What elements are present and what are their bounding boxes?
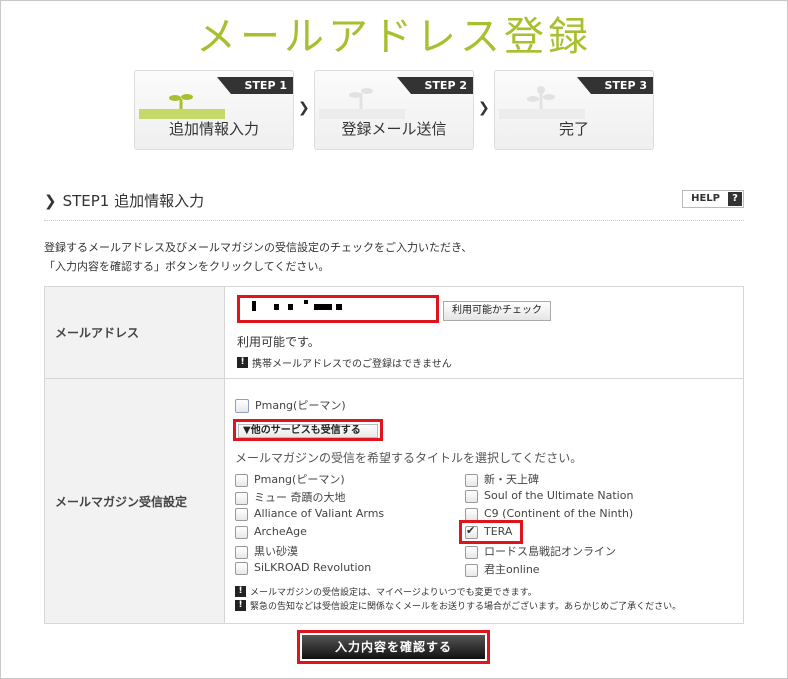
other-services-toggle[interactable]: ▼他のサービスも受信する: [238, 424, 378, 438]
flower-icon: [499, 86, 585, 119]
help-label: HELP: [691, 193, 720, 204]
step-1-label: 追加情報入力: [168, 120, 259, 138]
email-input-highlight: [237, 295, 439, 323]
availability-status: 利用可能です。: [237, 335, 320, 349]
redaction-mark: [252, 301, 256, 311]
list-item[interactable]: Soul of the Ultimate Nation: [465, 489, 633, 503]
list-item[interactable]: ミュー 奇蹟の大地: [235, 489, 346, 505]
email-field[interactable]: [244, 300, 433, 320]
redaction-mark: [274, 304, 279, 310]
exclamation-icon: !: [237, 357, 248, 368]
magazine-note-2: ! 緊急の告知などは受信設定に関係なくメールをお送りする場合がございます。あらかじ…: [235, 599, 681, 612]
chevron-right-icon: ❯: [298, 100, 310, 116]
section-header: ❯ STEP1 追加情報入力 HELP?: [44, 188, 744, 221]
step-3: STEP 3 完了: [494, 70, 654, 150]
step-1: STEP 1 追加情報入力: [134, 70, 294, 150]
submit-highlight: 入力内容を確認する: [297, 630, 490, 664]
intro-text: 登録するメールアドレス及びメールマガジンの受信設定のチェックをご入力いただき、 …: [44, 241, 473, 273]
sprout-icon: [139, 94, 225, 119]
registration-form: メールアドレス 利用可能かチェック 利用可能です。 ! 携帯メールアドレスでのご登…: [44, 286, 744, 624]
magazine-note-1: ! メールマガジンの受信設定は、マイページよりいつでも変更できます。: [235, 585, 537, 598]
redaction-mark: [288, 304, 293, 310]
list-item[interactable]: 君主online: [465, 561, 540, 577]
email-note: ! 携帯メールアドレスでのご登録はできません: [237, 355, 452, 370]
redaction-mark: [304, 300, 308, 304]
step-indicator: STEP 1 追加情報入力 ❯ STEP 2 登録メール送信 ❯ STEP 3 …: [134, 70, 654, 152]
confirm-input-button[interactable]: 入力内容を確認する: [302, 635, 485, 659]
step-1-tag: STEP 1: [217, 77, 293, 94]
magazine-instruction: メールマガジンの受信を希望するタイトルを選択してください。: [235, 451, 583, 465]
list-item[interactable]: TERA: [465, 524, 512, 539]
exclamation-icon: !: [235, 586, 246, 597]
other-services-toggle-highlight: ▼他のサービスも受信する: [233, 419, 383, 441]
magazine-label: メールマガジン受信設定: [44, 378, 225, 624]
seedling-icon: [319, 88, 405, 119]
check-availability-button[interactable]: 利用可能かチェック: [443, 301, 551, 321]
chevron-right-icon: ❯: [44, 192, 57, 210]
step-2-tag: STEP 2: [397, 77, 473, 94]
list-item[interactable]: ArcheAge: [235, 525, 307, 539]
list-item[interactable]: C9 (Continent of the Ninth): [465, 507, 633, 521]
question-icon: ?: [728, 192, 742, 206]
help-button[interactable]: HELP?: [682, 190, 744, 208]
email-label: メールアドレス: [44, 286, 225, 379]
section-title: STEP1 追加情報入力: [62, 192, 205, 210]
list-item[interactable]: 黒い砂漠: [235, 543, 298, 559]
chevron-right-icon: ❯: [478, 100, 490, 116]
checkbox-pmang-main[interactable]: [235, 399, 249, 413]
list-item[interactable]: Pmang(ピーマン): [235, 471, 345, 487]
redaction-mark: [314, 304, 332, 310]
page-title: メールアドレス登録: [196, 14, 592, 60]
step-3-label: 完了: [558, 120, 589, 138]
step-3-tag: STEP 3: [577, 77, 653, 94]
pmang-option[interactable]: Pmang(ピーマン): [235, 397, 346, 413]
exclamation-icon: !: [235, 600, 246, 611]
list-item[interactable]: ロードス島戦記オンライン: [465, 543, 616, 559]
checkbox-tera[interactable]: [465, 524, 478, 539]
list-item[interactable]: SiLKROAD Revolution: [235, 561, 371, 575]
list-item[interactable]: 新・天上碑: [465, 471, 539, 487]
step-2: STEP 2 登録メール送信: [314, 70, 474, 150]
redaction-mark: [336, 304, 342, 310]
list-item[interactable]: Alliance of Valiant Arms: [235, 507, 384, 521]
step-2-label: 登録メール送信: [341, 120, 447, 138]
